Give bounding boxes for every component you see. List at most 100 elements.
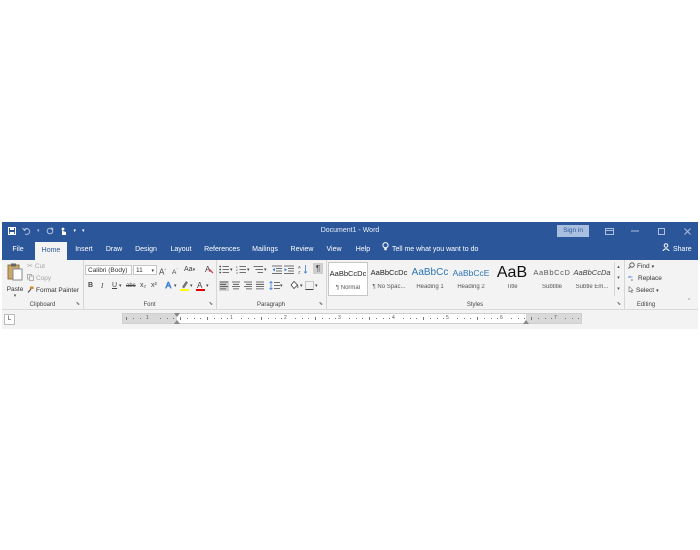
numbering-icon[interactable]: 123: [236, 265, 247, 275]
font-size-box[interactable]: 11 ▾: [133, 265, 157, 275]
style-heading-1[interactable]: AaBbCc Heading 1: [410, 262, 450, 296]
clipboard-group-label: Clipboard: [29, 302, 56, 308]
replace-button[interactable]: ab c Replace: [628, 274, 662, 283]
paste-button[interactable]: Paste ▾: [5, 263, 25, 299]
borders-dropdown-icon[interactable]: ▾: [315, 281, 318, 291]
font-launcher-icon[interactable]: ⬊: [209, 301, 213, 307]
maximize-icon[interactable]: [648, 222, 674, 240]
find-dropdown-icon[interactable]: ▾: [652, 264, 655, 270]
cut-button[interactable]: ✂ Cut: [27, 262, 45, 271]
ruler-tick: [362, 318, 364, 319]
shrink-font-icon[interactable]: Aˇ: [172, 265, 178, 276]
tab-layout[interactable]: Layout: [167, 240, 195, 260]
change-case-button[interactable]: Aa▾: [184, 265, 195, 275]
subscript-button[interactable]: x₂: [140, 281, 146, 291]
close-icon[interactable]: [674, 222, 700, 240]
ruler-tick: [126, 317, 127, 320]
show-formatting-marks-icon[interactable]: ¶: [313, 263, 323, 274]
style-subtle-emphasis-preview: AaBbCcDa: [573, 268, 611, 277]
bullets-dropdown-icon[interactable]: ▾: [230, 265, 233, 275]
styles-scroll-up-icon[interactable]: ▴: [615, 262, 622, 273]
clear-formatting-icon[interactable]: A: [205, 264, 214, 274]
style-no-spacing[interactable]: AaBbCcDc ¶ No Spac...: [369, 262, 409, 296]
align-left-icon[interactable]: [219, 281, 229, 291]
find-button[interactable]: Find ▾: [628, 262, 654, 271]
clipboard-launcher-icon[interactable]: ⬊: [76, 301, 80, 307]
underline-button[interactable]: U: [112, 281, 117, 291]
format-painter-button[interactable]: Format Painter: [27, 286, 79, 295]
hanging-indent-marker[interactable]: [174, 320, 180, 324]
decrease-indent-icon[interactable]: [272, 265, 282, 275]
font-size-dropdown-icon[interactable]: ▾: [151, 266, 154, 276]
multilevel-list-icon[interactable]: [253, 265, 264, 275]
tab-design[interactable]: Design: [132, 240, 160, 260]
share-button[interactable]: Share: [662, 240, 692, 260]
style-normal[interactable]: AaBbCcDc ¶ Normal: [328, 262, 368, 296]
tab-review[interactable]: Review: [288, 240, 316, 260]
ribbon-display-options-icon[interactable]: [596, 222, 622, 240]
ruler-tick: [220, 318, 222, 319]
ruler-tick: [355, 318, 357, 319]
shading-dropdown-icon[interactable]: ▾: [300, 281, 303, 291]
copy-button[interactable]: Copy: [27, 274, 51, 283]
justify-icon[interactable]: [255, 281, 265, 291]
tell-me-search[interactable]: Tell me what you want to do: [382, 240, 478, 260]
ruler-tick: [470, 318, 472, 319]
horizontal-ruler[interactable]: 1 1 2 3 4 5 6 7: [122, 313, 582, 324]
text-effects-icon[interactable]: A: [165, 280, 174, 291]
font-color-icon[interactable]: A: [196, 280, 205, 291]
paste-dropdown-icon[interactable]: ▾: [5, 294, 25, 299]
superscript-button[interactable]: x²: [151, 281, 157, 291]
align-right-icon[interactable]: [243, 281, 253, 291]
collapse-ribbon-icon[interactable]: ˆ: [688, 299, 690, 306]
style-heading-2[interactable]: AaBbCcE Heading 2: [451, 262, 491, 296]
select-button[interactable]: Select ▾: [628, 285, 659, 295]
tab-file[interactable]: File: [8, 240, 28, 260]
styles-gallery-more-icon[interactable]: ▾: [615, 284, 622, 295]
tab-references[interactable]: References: [202, 240, 242, 260]
styles-launcher-icon[interactable]: ⬊: [617, 301, 621, 307]
sign-in-button[interactable]: Sign in: [557, 225, 589, 237]
line-spacing-dropdown-icon[interactable]: ▾: [280, 281, 283, 291]
bold-button[interactable]: B: [88, 281, 93, 291]
tab-help[interactable]: Help: [351, 240, 375, 260]
tab-draw[interactable]: Draw: [103, 240, 125, 260]
highlighter-dropdown-icon[interactable]: ▾: [190, 281, 193, 291]
styles-gallery-scroll[interactable]: ▴ ▾ ▾: [614, 262, 622, 296]
select-dropdown-icon[interactable]: ▾: [656, 288, 659, 294]
text-effects-dropdown-icon[interactable]: ▾: [174, 281, 177, 291]
style-subtle-emphasis[interactable]: AaBbCcDa Subtle Em...: [572, 262, 612, 296]
underline-dropdown-icon[interactable]: ▾: [119, 281, 122, 291]
minimize-icon[interactable]: [622, 222, 648, 240]
tab-mailings[interactable]: Mailings: [248, 240, 282, 260]
style-subtitle[interactable]: AaBbCcD Subtitle: [532, 262, 572, 296]
format-painter-label: Format Painter: [36, 287, 79, 294]
tab-home[interactable]: Home: [35, 242, 67, 260]
shading-icon[interactable]: [289, 280, 299, 290]
styles-scroll-down-icon[interactable]: ▾: [615, 273, 622, 284]
search-icon: [628, 262, 635, 271]
italic-button[interactable]: I: [101, 281, 103, 291]
strikethrough-button[interactable]: abc: [126, 281, 136, 291]
highlighter-icon[interactable]: [180, 280, 189, 291]
tab-view[interactable]: View: [322, 240, 346, 260]
sort-icon[interactable]: AZ: [298, 264, 308, 275]
style-title[interactable]: AaB Title: [492, 262, 532, 296]
grow-font-icon[interactable]: A^: [159, 265, 166, 277]
multilevel-list-dropdown-icon[interactable]: ▾: [264, 265, 267, 275]
font-color-dropdown-icon[interactable]: ▾: [206, 281, 209, 291]
tab-insert[interactable]: Insert: [71, 240, 97, 260]
ruler-number: 1: [230, 315, 233, 321]
paragraph-launcher-icon[interactable]: ⬊: [319, 301, 323, 307]
ruler-tick: [328, 318, 330, 319]
tab-selector[interactable]: L: [4, 314, 15, 325]
line-spacing-icon[interactable]: [269, 280, 280, 291]
right-indent-marker[interactable]: [523, 320, 529, 324]
ruler-number: 2: [284, 315, 287, 321]
align-center-icon[interactable]: [231, 281, 241, 291]
numbering-dropdown-icon[interactable]: ▾: [247, 265, 250, 275]
borders-icon[interactable]: [305, 281, 314, 291]
increase-indent-icon[interactable]: [284, 265, 294, 275]
font-name-box[interactable]: Calibri (Body): [85, 265, 132, 275]
bullets-icon[interactable]: [219, 265, 230, 275]
